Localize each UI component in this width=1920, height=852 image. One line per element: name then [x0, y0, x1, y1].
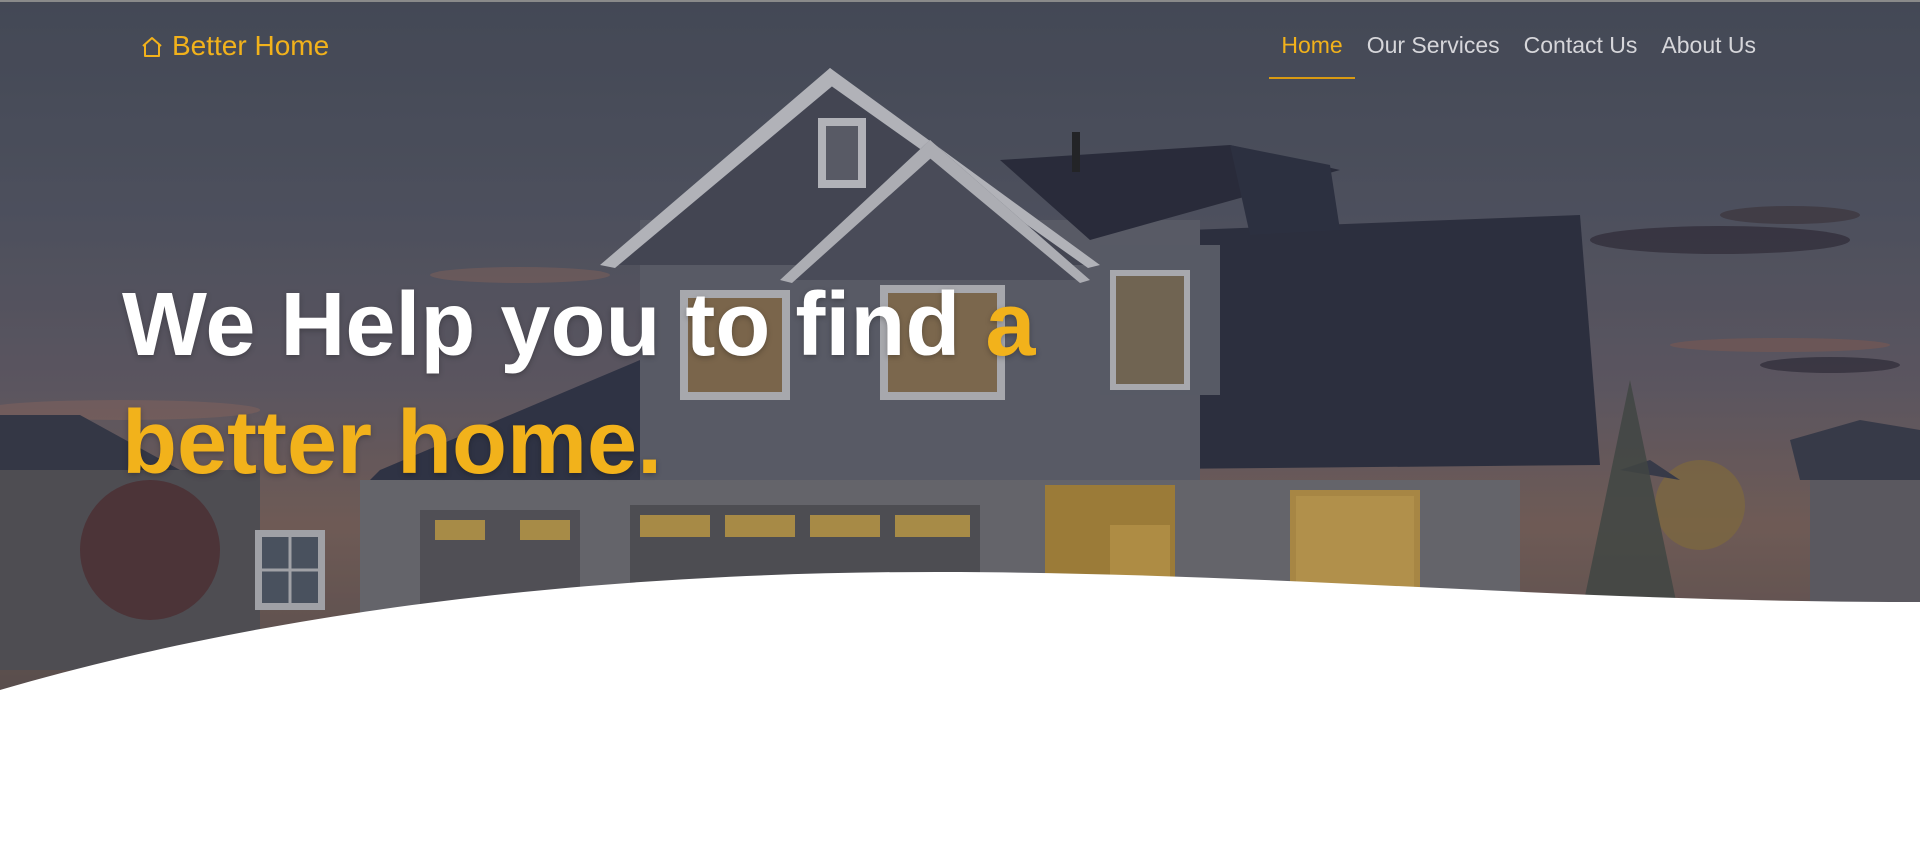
main-nav: Home Our Services Contact Us About Us — [1269, 26, 1768, 79]
nav-item-about-us[interactable]: About Us — [1649, 26, 1768, 79]
nav-item-contact-us[interactable]: Contact Us — [1512, 26, 1650, 79]
hero-headline: We Help you to find a better home. — [122, 266, 1122, 502]
headline-accent-better-home: better home. — [122, 393, 663, 493]
headline-accent-a: a — [985, 275, 1036, 375]
home-icon — [140, 34, 164, 58]
nav-item-home[interactable]: Home — [1269, 26, 1356, 79]
brand-name[interactable]: Better Home — [172, 30, 329, 62]
top-border — [0, 0, 1920, 2]
hero-section: Better Home Home Our Services Contact Us… — [0, 0, 1920, 852]
nav-item-our-services[interactable]: Our Services — [1355, 26, 1512, 79]
brand-logo[interactable]: Better Home — [140, 28, 329, 64]
headline-white: We Help you to find — [122, 275, 961, 375]
